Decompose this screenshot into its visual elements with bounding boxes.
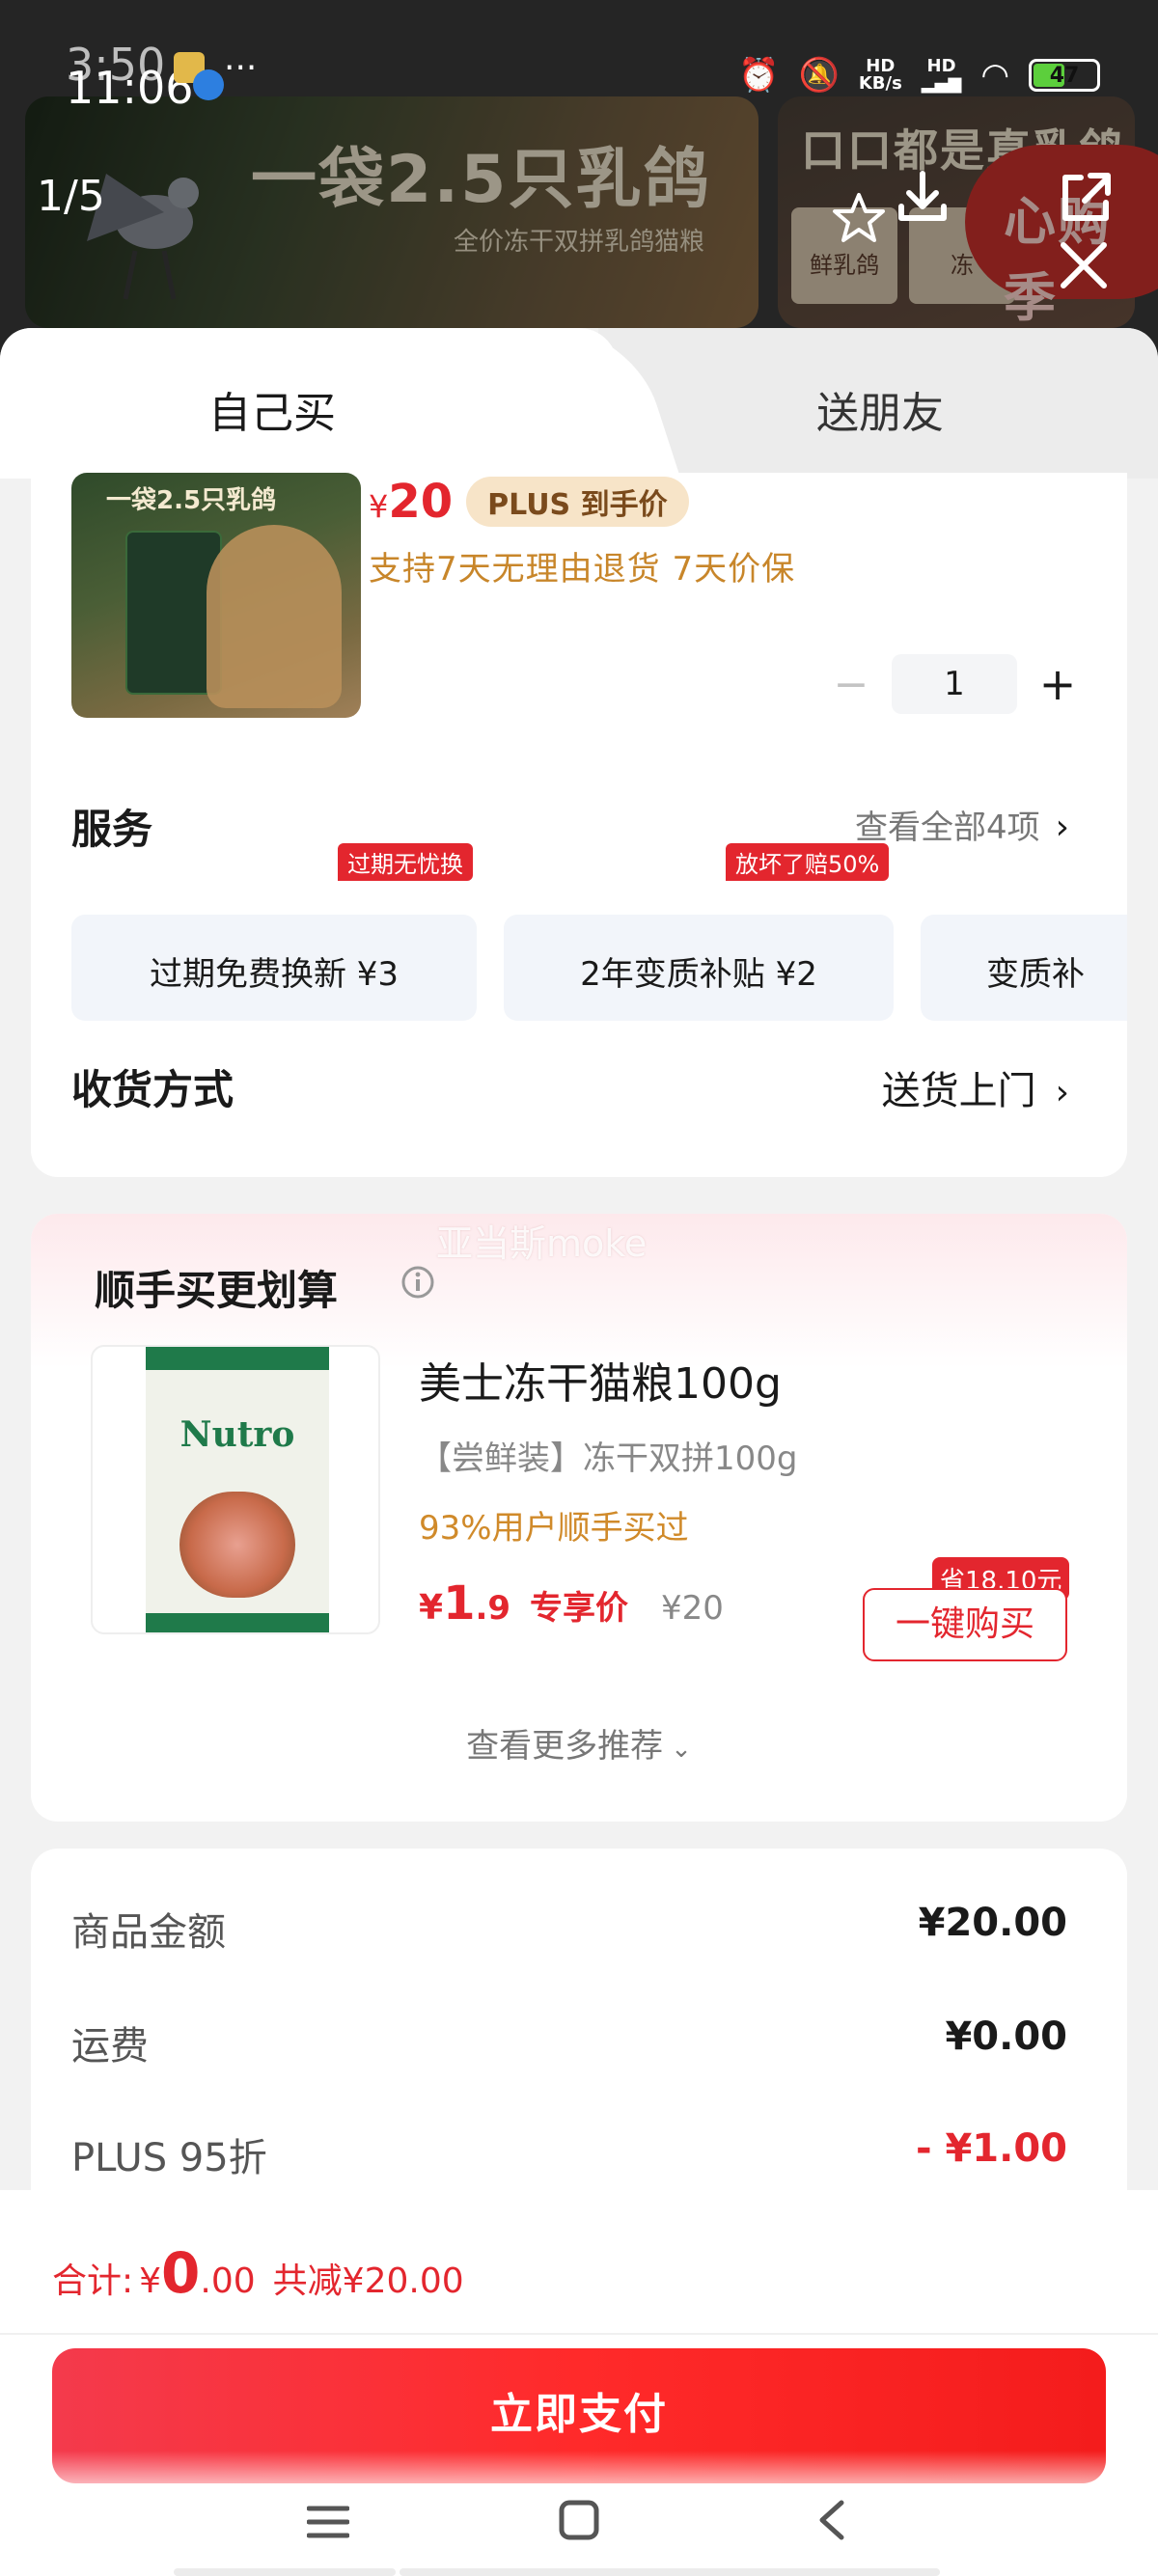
network-speed: HD KB/s — [858, 56, 902, 94]
service-tile-partial[interactable]: 变质补 — [921, 915, 1127, 1021]
purchase-mode-tabs: 自己买 送朋友 — [0, 328, 1158, 479]
service-tiles: 过期免费换新 ¥3 2年变质补贴 ¥2 变质补 — [71, 915, 1127, 1021]
price-decimal: .9 — [475, 1589, 511, 1628]
food-illustration — [179, 1492, 295, 1598]
wifi-icon: ◠ — [980, 56, 1009, 95]
exclusive-price-label: 专享价 — [530, 1589, 629, 1628]
download-icon[interactable] — [888, 162, 957, 232]
plus-price-badge: PLUS 到手价 — [466, 477, 689, 527]
total-discount: 共减¥20.00 — [272, 2261, 464, 2301]
product-price: 20 — [388, 475, 454, 529]
product-image-cat — [207, 525, 342, 708]
price-row-plus-discount: PLUS 95折 - ¥1.00 — [71, 2126, 1067, 2184]
service-title: 服务 — [71, 806, 153, 853]
price-currency: ¥ — [369, 488, 389, 525]
battery-icon: 47 — [1029, 59, 1100, 92]
tab-buy-self-label[interactable]: 自己买 — [208, 378, 336, 440]
service-tile-label: 2年变质补贴 ¥2 — [580, 955, 817, 994]
mute-icon: 🔕 — [798, 56, 840, 95]
total-decimal: .00 — [200, 2261, 256, 2301]
service-tag-badge: 放坏了赔50% — [726, 843, 890, 881]
recommended-product-spec: 【尝鲜装】冻干双拼100g — [419, 1439, 798, 1478]
product-image-title: 一袋2.5只乳鸽 — [106, 486, 277, 515]
order-total: 合计: ¥ 0 .00 共减¥20.00 — [52, 2240, 464, 2306]
service-tile-expiry[interactable]: 过期免费换新 ¥3 — [71, 915, 477, 1021]
service-tile-spoilage[interactable]: 2年变质补贴 ¥2 — [504, 915, 894, 1021]
notification-app-icon — [193, 69, 224, 100]
price-row-label: PLUS 95折 — [71, 2136, 267, 2180]
recommended-price: ¥ 1 .9 专享价 ¥20 — [419, 1576, 724, 1631]
favorite-star-icon[interactable] — [830, 189, 888, 247]
chevron-right-icon: › — [1055, 1073, 1069, 1112]
gallery-counter: 1/5 — [37, 172, 105, 221]
share-icon[interactable] — [1052, 162, 1121, 232]
status-icons: ⏰ 🔕 HD KB/s HD ▂▄▆ ◠ 47 — [738, 56, 1100, 95]
watermark: 亚当斯moke — [436, 1222, 648, 1265]
checkout-footer: 合计: ¥ 0 .00 共减¥20.00 立即支付 — [0, 2190, 1158, 2576]
more-recommendations[interactable]: 查看更多推荐 ⌄ — [31, 1719, 1127, 1767]
checkout-sheet: 自己买 送朋友 一袋2.5只乳鸽 ¥ 20 PLUS 到手价 支持7天无理由退货… — [0, 328, 1158, 2190]
price-row-shipping: 运费 ¥0.00 — [71, 2014, 1067, 2072]
product-image[interactable]: 一袋2.5只乳鸽 — [71, 473, 361, 718]
pay-now-label[interactable]: 立即支付 — [0, 2379, 1158, 2441]
divider — [0, 2333, 1158, 2335]
shipping-method[interactable]: 送货上门 › — [882, 1059, 1069, 1115]
recommended-product-image[interactable]: Nutro — [91, 1345, 380, 1634]
price-row-subtotal: 商品金额 ¥20.00 — [71, 1901, 1067, 1959]
signal-icon: HD ▂▄▆ — [921, 56, 962, 94]
home-icon[interactable] — [558, 2499, 600, 2541]
service-view-all-label: 查看全部4项 — [854, 808, 1040, 847]
quantity-minus-button[interactable]: − — [822, 660, 880, 709]
more-recommendations-label: 查看更多推荐 — [466, 1727, 664, 1766]
nutro-logo: Nutro — [179, 1414, 295, 1455]
price-breakdown-card: 商品金额 ¥20.00 运费 ¥0.00 PLUS 95折 - ¥1.00 — [31, 1849, 1127, 2190]
price-row-value: - ¥1.00 — [915, 2126, 1067, 2171]
total-currency: ¥ — [139, 2261, 162, 2301]
close-icon[interactable] — [1050, 232, 1117, 299]
one-click-buy-button[interactable]: 一键购买 — [863, 1588, 1067, 1661]
back-icon[interactable] — [813, 2499, 851, 2541]
service-tile-label: 变质补 — [986, 955, 1085, 994]
battery-level: 47 — [1049, 64, 1080, 88]
total-label: 合计: — [52, 2261, 134, 2301]
price-row-value: ¥0.00 — [945, 2014, 1067, 2059]
recommended-social-proof: 93%用户顺手买过 — [419, 1509, 689, 1548]
chevron-down-icon: ⌄ — [671, 1735, 692, 1764]
recommended-product-name[interactable]: 美士冻干猫粮100g — [419, 1349, 782, 1411]
nav-indicator — [400, 2568, 940, 2576]
service-tile-label: 过期免费换新 ¥3 — [149, 955, 400, 994]
system-nav-bar — [0, 2485, 1158, 2576]
tab-send-friend-label[interactable]: 送朋友 — [816, 378, 944, 440]
price-row: ¥ 20 PLUS 到手价 — [369, 473, 689, 531]
recent-apps-icon[interactable] — [307, 2503, 349, 2541]
quantity-stepper: − 1 + — [822, 654, 1087, 714]
product-card: 一袋2.5只乳鸽 ¥ 20 PLUS 到手价 支持7天无理由退货 7天价保 − … — [31, 473, 1127, 1177]
more-notifications-icon: ··· — [224, 48, 258, 88]
service-view-all[interactable]: 查看全部4项 › — [855, 801, 1069, 848]
recommendation-card: 亚当斯moke 顺手买更划算 Nutro 美士冻干猫粮100g 【尝鲜装】冻干双… — [31, 1214, 1127, 1822]
price-row-value: ¥20.00 — [918, 1901, 1067, 1945]
original-price: ¥20 — [661, 1589, 724, 1628]
shipping-method-label: 送货上门 — [881, 1069, 1036, 1113]
quantity-value[interactable]: 1 — [892, 654, 1017, 714]
info-icon[interactable] — [400, 1264, 436, 1301]
status-bar: 3:50 11:06 ··· ⏰ 🔕 HD KB/s HD ▂▄▆ ◠ 47 — [0, 29, 1158, 114]
quantity-plus-button[interactable]: + — [1029, 658, 1087, 710]
price-row-label: 运费 — [71, 2024, 149, 2069]
recommendation-title: 顺手买更划算 — [95, 1267, 339, 1314]
nutro-bag: Nutro — [146, 1347, 329, 1632]
alarm-icon: ⏰ — [738, 56, 780, 95]
chevron-right-icon: › — [1055, 808, 1069, 847]
total-integer: 0 — [161, 2240, 201, 2306]
price-integer: 1 — [443, 1576, 476, 1631]
nav-indicator — [174, 2568, 396, 2576]
service-tag-badge: 过期无忧换 — [338, 843, 473, 881]
return-policy: 支持7天无理由退货 7天价保 — [369, 550, 796, 589]
price-row-label: 商品金额 — [71, 1910, 226, 1955]
shipping-title: 收货方式 — [71, 1066, 234, 1113]
price-currency: ¥ — [419, 1588, 444, 1628]
